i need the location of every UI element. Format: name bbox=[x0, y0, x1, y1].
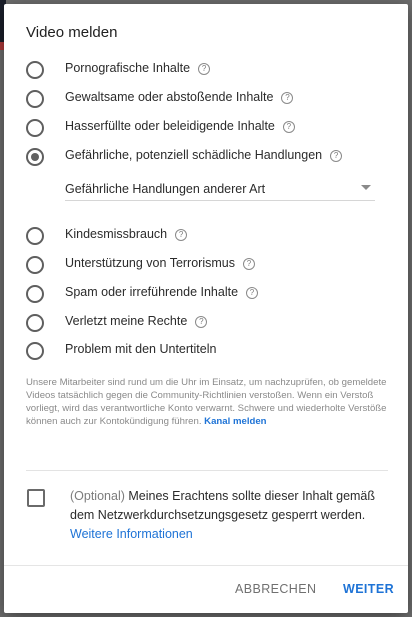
subcategory-selected-value: Gefährliche Handlungen anderer Art bbox=[65, 182, 266, 196]
reason-label: Gefährliche, potenziell schädliche Handl… bbox=[65, 148, 343, 162]
radio-button[interactable] bbox=[26, 256, 44, 274]
optional-prefix: (Optional) bbox=[70, 489, 125, 503]
help-icon[interactable]: ? bbox=[195, 316, 208, 328]
reason-option-selected[interactable]: Gefährliche, potenziell schädliche Handl… bbox=[4, 143, 408, 169]
cancel-button[interactable]: ABBRECHEN bbox=[229, 576, 322, 602]
reason-label: Spam oder irreführende Inhalte? bbox=[65, 285, 259, 299]
footer-divider bbox=[4, 565, 408, 566]
help-icon[interactable]: ? bbox=[242, 258, 255, 270]
radio-button[interactable] bbox=[26, 342, 44, 360]
radio-button[interactable] bbox=[26, 90, 44, 108]
reason-label: Kindesmissbrauch? bbox=[65, 227, 188, 241]
reason-label: Unterstützung von Terrorismus? bbox=[65, 256, 255, 270]
reason-option[interactable]: Unterstützung von Terrorismus? bbox=[4, 251, 408, 277]
reason-option[interactable]: Hasserfüllte oder beleidigende Inhalte? bbox=[4, 114, 408, 140]
radio-button[interactable] bbox=[26, 61, 44, 79]
reason-label: Gewaltsame oder abstoßende Inhalte? bbox=[65, 90, 294, 104]
reason-label: Verletzt meine Rechte? bbox=[65, 314, 208, 328]
next-button[interactable]: WEITER bbox=[337, 576, 400, 602]
review-info-text: Unsere Mitarbeiter sind rund um die Uhr … bbox=[26, 377, 387, 427]
reason-option[interactable]: Pornografische Inhalte? bbox=[4, 56, 408, 82]
radio-button[interactable] bbox=[26, 285, 44, 303]
radio-button[interactable] bbox=[26, 314, 44, 332]
dialog-title: Video melden bbox=[26, 24, 118, 41]
help-icon[interactable]: ? bbox=[246, 287, 259, 299]
section-divider bbox=[26, 470, 388, 471]
help-icon[interactable]: ? bbox=[175, 229, 188, 241]
help-icon[interactable]: ? bbox=[281, 92, 294, 104]
reason-option[interactable]: Spam oder irreführende Inhalte? bbox=[4, 280, 408, 306]
reason-label: Pornografische Inhalte? bbox=[65, 61, 211, 75]
subcategory-dropdown[interactable]: Gefährliche Handlungen anderer Art bbox=[65, 172, 375, 201]
reason-label: Problem mit den Untertiteln bbox=[65, 342, 217, 356]
more-info-link[interactable]: Weitere Informationen bbox=[70, 527, 193, 541]
chevron-down-icon bbox=[361, 185, 371, 190]
reason-option[interactable]: Problem mit den Untertiteln bbox=[4, 337, 408, 363]
report-channel-link[interactable]: Kanal melden bbox=[204, 416, 266, 427]
report-video-dialog: Video melden Pornografische Inhalte? Gew… bbox=[4, 4, 408, 613]
help-icon[interactable]: ? bbox=[198, 63, 211, 75]
help-icon[interactable]: ? bbox=[282, 121, 295, 133]
reason-option[interactable]: Verletzt meine Rechte? bbox=[4, 309, 408, 335]
nzg-checkbox[interactable] bbox=[27, 489, 45, 507]
help-icon[interactable]: ? bbox=[330, 150, 343, 162]
reason-option[interactable]: Gewaltsame oder abstoßende Inhalte? bbox=[4, 85, 408, 111]
radio-button-checked[interactable] bbox=[26, 148, 44, 166]
radio-button[interactable] bbox=[26, 119, 44, 137]
reason-label: Hasserfüllte oder beleidigende Inhalte? bbox=[65, 119, 295, 133]
nzg-statement: (Optional) Meines Erachtens sollte diese… bbox=[70, 487, 388, 544]
radio-button[interactable] bbox=[26, 227, 44, 245]
reason-option[interactable]: Kindesmissbrauch? bbox=[4, 222, 408, 248]
